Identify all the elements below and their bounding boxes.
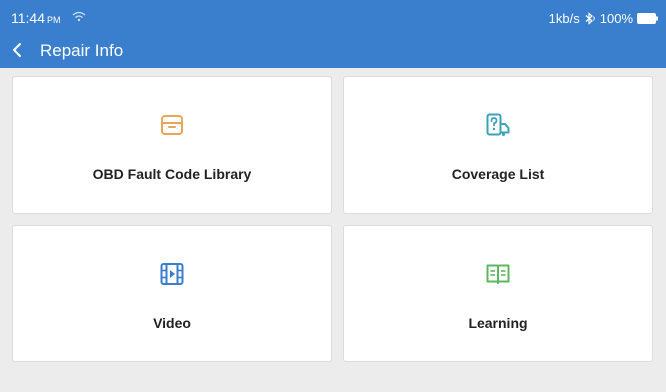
- status-time: 11:44: [11, 10, 45, 26]
- status-right-group: 1kb/s 100%: [549, 10, 658, 26]
- card-obd-fault-code-library[interactable]: OBD Fault Code Library: [12, 76, 332, 214]
- status-bar: 11:44 PM 1kb/s 100%: [0, 0, 666, 33]
- card-video[interactable]: Video: [12, 225, 332, 362]
- back-button[interactable]: [6, 39, 28, 61]
- archive-box-icon: [161, 115, 183, 135]
- wifi-icon: [72, 11, 86, 22]
- bluetooth-icon: [585, 11, 595, 25]
- page-title: Repair Info: [40, 41, 124, 60]
- open-book-icon: [486, 264, 510, 284]
- card-coverage-list[interactable]: Coverage List: [343, 76, 653, 214]
- card-label: Coverage List: [451, 166, 545, 182]
- network-speed: 1kb/s: [548, 10, 580, 26]
- card-learning[interactable]: Learning: [343, 225, 653, 362]
- card-label: Learning: [468, 315, 528, 331]
- status-ampm: PM: [47, 15, 61, 25]
- film-play-icon: [160, 263, 184, 285]
- card-label: OBD Fault Code Library: [92, 166, 252, 182]
- chevron-left-icon: [13, 43, 21, 57]
- battery-icon: [637, 12, 658, 24]
- status-clock: 11:44 PM: [11, 10, 61, 28]
- app-screen: 11:44 PM 1kb/s 100% Repair Info OBD Faul…: [0, 0, 666, 392]
- battery-percent: 100%: [599, 10, 633, 26]
- title-bar: Repair Info: [0, 33, 666, 68]
- card-label: Video: [153, 315, 191, 331]
- question-vehicle-icon: [486, 113, 510, 136]
